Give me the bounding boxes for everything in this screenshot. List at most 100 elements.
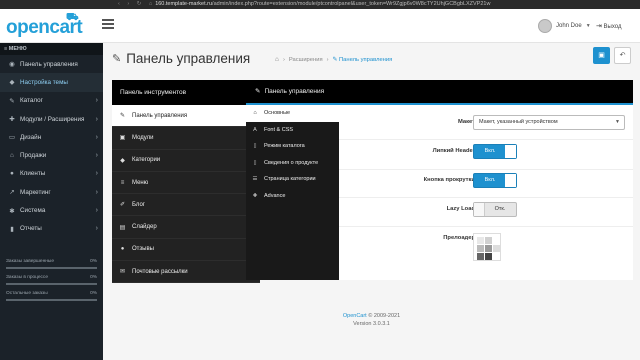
sidebar-item[interactable]: ◆ Настройка темы xyxy=(0,73,103,92)
user-icon: ● xyxy=(10,170,14,178)
font-icon: A xyxy=(253,126,257,133)
settings-tab[interactable]: ☰ Страница категории xyxy=(246,171,339,188)
sidebar-item-label: Маркетинг xyxy=(20,188,51,196)
tools-item[interactable]: ▣ Модули xyxy=(112,127,260,150)
tools-item[interactable]: ✉ Почтовые рассылки xyxy=(112,261,260,284)
order-stat-progress xyxy=(6,299,97,301)
sidebar-item[interactable]: ▭ Дизайн › xyxy=(0,128,103,146)
cart-logo-icon: ⛟ xyxy=(66,12,79,23)
toggle-knob xyxy=(505,174,516,187)
book-icon: ▯ xyxy=(253,143,257,150)
settings-tab[interactable]: ✚ Advance xyxy=(246,188,339,205)
settings-tab[interactable]: ⌂ Основные xyxy=(246,105,339,122)
footer-brand-link[interactable]: OpenCart xyxy=(343,313,367,319)
preloader-image[interactable] xyxy=(473,233,501,261)
menu-icon: ≡ xyxy=(120,179,125,186)
tools-item[interactable]: ◆ Категории xyxy=(112,150,260,172)
breadcrumb-current[interactable]: ✎ Панель управления xyxy=(333,57,393,63)
user-menu[interactable]: John Doe ▼ xyxy=(538,18,591,34)
tools-item[interactable]: ≡ Меню xyxy=(112,172,260,195)
breadcrumb: ⌂ › Расширения › ✎ Панель управления xyxy=(275,56,392,63)
sidebar-item[interactable]: ⌂ Продажи › xyxy=(0,146,103,164)
chevron-right-icon: › xyxy=(95,115,98,123)
footer-copyright: OpenCart © 2009-2021 xyxy=(103,312,640,320)
magic-wand-icon: ✎ xyxy=(112,53,122,65)
layout-select[interactable]: Макет, указанный устройством ▼ xyxy=(473,115,625,130)
logout-link[interactable]: ⇥ Выход xyxy=(596,22,622,30)
sidebar-item[interactable]: ✚ Модули / Расширения › xyxy=(0,110,103,128)
settings-tab-label: Основные xyxy=(264,110,291,117)
sidebar-item[interactable]: ◉ Панель управления xyxy=(0,55,103,73)
home-icon[interactable]: ⌂ xyxy=(275,56,279,63)
theme-settings-icon: ◆ xyxy=(9,79,15,87)
footer-version: Version 3.0.3.1 xyxy=(353,321,390,327)
cube-icon: ▣ xyxy=(119,135,126,142)
scroll-button-label: Кнопка прокрутки xyxy=(423,177,475,183)
tools-item-label: Категории xyxy=(132,157,161,164)
tools-panel: Панель инструментов ✎ Панель управления ▣ М… xyxy=(112,80,260,284)
tools-item[interactable]: ● Отзывы xyxy=(112,239,260,262)
chevron-right-icon: › xyxy=(95,188,98,196)
sidebar: ≡ МЕНЮ ◉ Панель управления ◆ Настройка темы… xyxy=(0,43,103,360)
envelope-icon: ✉ xyxy=(119,269,126,276)
settings-tab[interactable]: A Font & CSS xyxy=(246,122,339,139)
tools-item-label: Слайдер xyxy=(132,224,157,231)
order-stat-label: Заказы в процессе xyxy=(6,275,49,280)
sidebar-toggle-icon[interactable] xyxy=(102,19,114,31)
sidebar-item[interactable]: ✎ Каталог › xyxy=(0,92,103,110)
plus-circle-icon: ✚ xyxy=(252,192,258,199)
magic-icon: ✎ xyxy=(119,113,126,120)
toggle-label: Вкл. xyxy=(484,177,496,183)
settings-tab[interactable]: ▯ Режим каталога xyxy=(246,138,339,155)
lazy-load-row: Lazy Load Отк. xyxy=(339,200,633,222)
chevron-right-icon: › xyxy=(95,225,98,233)
opencart-logo[interactable]: opencart ⛟ xyxy=(6,12,83,39)
browser-url-bar[interactable]: ‹ › ↻ ⌂160.template-market.ru/admin/inde… xyxy=(0,0,640,9)
breadcrumb-separator: › xyxy=(326,56,329,63)
settings-tab-label: Сведения о продукте xyxy=(264,159,319,166)
save-icon: ▣ xyxy=(598,52,605,59)
order-stat: Заказы в процессе 0% xyxy=(6,275,97,291)
sidebar-item-label: Настройка темы xyxy=(20,78,68,86)
settings-tab[interactable]: ▯ Сведения о продукте xyxy=(246,155,339,172)
settings-tab-label: Страница категории xyxy=(264,176,316,183)
sidebar-item[interactable]: ▮ Отчеты › xyxy=(0,220,103,238)
comment-icon: ● xyxy=(120,246,125,253)
tools-item-label: Почтовые рассылки xyxy=(132,268,188,275)
divider xyxy=(339,226,633,227)
cog-icon: ✱ xyxy=(9,207,15,215)
back-button[interactable]: ↶ xyxy=(614,47,631,64)
sidebar-menu-title: ≡ МЕНЮ xyxy=(0,43,103,55)
breadcrumb-extensions[interactable]: Расширения xyxy=(289,57,323,63)
user-name: John Doe xyxy=(556,23,582,29)
chevron-right-icon: › xyxy=(95,97,98,105)
sidebar-item[interactable]: ● Клиенты › xyxy=(0,165,103,183)
tools-item[interactable]: ✐Блог› xyxy=(112,194,260,217)
settings-tab-label: Font & CSS xyxy=(264,126,294,133)
scroll-button-toggle[interactable]: Вкл. xyxy=(473,173,517,188)
settings-panel-header: ✎ Панель управления xyxy=(246,80,633,105)
browser-nav-arrows[interactable]: ‹ › ↻ ⌂ xyxy=(0,0,155,9)
order-stat-progress xyxy=(6,267,97,269)
layout-select-value: Макет, указанный устройством xyxy=(479,119,558,125)
order-stat-value: 0% xyxy=(90,275,97,280)
save-button[interactable]: ▣ xyxy=(593,47,610,64)
sidebar-item[interactable]: ✱ Система › xyxy=(0,201,103,219)
tools-item[interactable]: ▤ Слайдер xyxy=(112,216,260,239)
divider xyxy=(339,197,633,198)
divider xyxy=(339,139,633,140)
sign-out-icon: ⇥ xyxy=(596,23,602,30)
toggle-label: Вкл. xyxy=(484,148,496,154)
sticky-header-label: Липкий Header xyxy=(432,148,475,154)
tools-item-label: Меню xyxy=(132,179,149,186)
sidebar-item-label: Модули / Расширения xyxy=(20,115,85,123)
chevron-right-icon: › xyxy=(95,133,98,141)
sidebar-item[interactable]: ↗ Маркетинг › xyxy=(0,183,103,201)
tools-item[interactable]: ✎ Панель управления xyxy=(112,105,260,128)
lazy-load-toggle[interactable]: Отк. xyxy=(473,202,517,217)
sticky-header-toggle[interactable]: Вкл. xyxy=(473,144,517,159)
breadcrumb-current-label: Панель управления xyxy=(339,56,393,63)
list-icon: ☰ xyxy=(252,176,258,183)
dashboard-icon: ◉ xyxy=(9,61,15,69)
url-host: 160.template-market.ru xyxy=(155,1,213,7)
